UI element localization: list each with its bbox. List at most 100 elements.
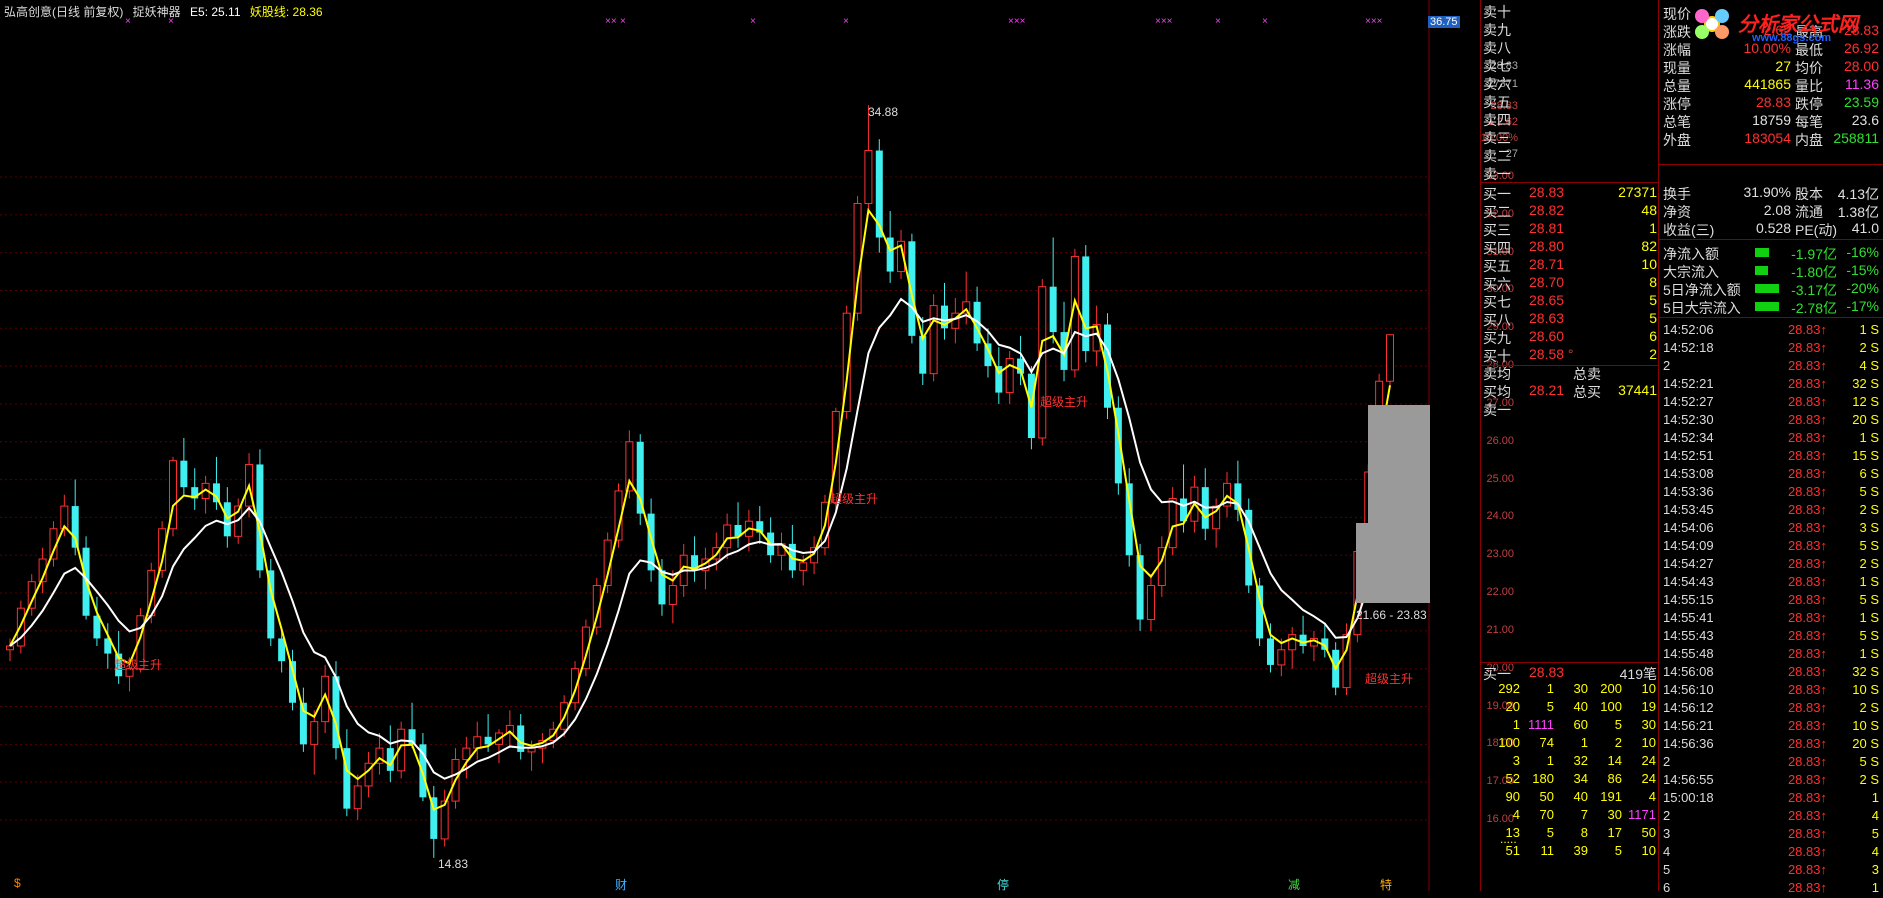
buy-level-volume: 27371 — [1618, 184, 1657, 200]
buy-level-volume: 5 — [1649, 310, 1657, 326]
queue-cell: 1 — [1580, 735, 1588, 750]
candle-body — [1299, 634, 1307, 647]
signal-label-2: 超级主升 — [830, 492, 879, 506]
queue-cell: 50 — [1539, 789, 1554, 804]
queue-cell: 50 — [1641, 825, 1656, 840]
tick-row: 14:54:09 28.83↑ 5 S — [1663, 538, 1879, 553]
buy-level-volume: 6 — [1649, 328, 1657, 344]
candle-body — [1288, 634, 1297, 651]
queue-cell: 24 — [1641, 753, 1656, 768]
tick-row: 14:55:41 28.83↑ 1 S — [1663, 610, 1879, 625]
queue-cell: 7 — [1580, 807, 1588, 822]
sell-level-label: 卖五 — [1483, 94, 1511, 110]
queue-cell: 19 — [1641, 699, 1656, 714]
tick-row: 14:52:30 28.83↑ 20 S — [1663, 412, 1879, 427]
buy-level-label: 买五 — [1483, 258, 1511, 274]
queue-row: 20 5 40 100 19 — [1486, 699, 1656, 717]
queue-cell: 191 — [1600, 789, 1622, 804]
buy-level-volume: 48 — [1641, 202, 1657, 218]
tick-row: 6 28.83↑ 1 — [1663, 880, 1879, 895]
candle-body — [310, 721, 319, 745]
queue-cell: 86 — [1607, 771, 1622, 786]
queue-cell: 5 — [1614, 717, 1622, 732]
queue-cell: 4 — [1512, 807, 1520, 822]
price-top-label: 36.75 — [1428, 16, 1460, 28]
queue-cell: 60 — [1573, 717, 1588, 732]
candle-body — [1266, 638, 1274, 665]
buy-level-label: 买二 — [1483, 204, 1511, 220]
queue-cell: 10 — [1641, 843, 1656, 858]
stock-title: 弘高创意(日线 前复权) — [4, 5, 124, 19]
candle-body — [1038, 286, 1047, 439]
queue-row: 292 1 30 200 10 — [1486, 681, 1656, 699]
tick-row: 14:54:06 28.83↑ 3 S — [1663, 520, 1879, 535]
quote-row: 外盘 183054 内盘 258811 — [1663, 130, 1879, 148]
tick-row: 14:52:06 28.83↑ 1 S — [1663, 322, 1879, 337]
sell-level-label: 卖一 — [1483, 166, 1511, 182]
quote-row: 总笔 18759 每笔 23.6 — [1663, 112, 1879, 130]
queue-cell: 1111 — [1527, 717, 1554, 732]
queue-cell: 8 — [1580, 825, 1588, 840]
queue-cell: 1 — [1546, 681, 1554, 696]
flow-bar — [1755, 248, 1769, 257]
queue-cell: 100 — [1600, 699, 1622, 714]
kline-chart[interactable] — [0, 0, 1430, 891]
signal-label-3: 超级主升 — [1040, 395, 1089, 409]
queue-row: 100 74 1 2 10 — [1486, 735, 1656, 753]
tick-row: 14:55:15 28.83↑ 5 S — [1663, 592, 1879, 607]
queue-cell: 39 — [1573, 843, 1588, 858]
buy-level-label: 买八 — [1483, 312, 1511, 328]
buy-level-label: 买七 — [1483, 294, 1511, 310]
tick-row: 5 28.83↑ 3 — [1663, 862, 1879, 877]
queue-cell: 32 — [1573, 753, 1588, 768]
quote-row: 收益(三) 0.528 PE(动) 41.0 — [1663, 220, 1879, 238]
buy-level-label: 买六 — [1483, 276, 1511, 292]
buy-level-label: 买四 — [1483, 240, 1511, 256]
tick-row: 14:54:43 28.83↑ 1 S — [1663, 574, 1879, 589]
e5-value: E5: 25.11 — [190, 5, 241, 19]
queue-row: 52 180 34 86 24 — [1486, 771, 1656, 789]
candle-body — [484, 736, 492, 745]
sell-level-label: 卖七 — [1483, 58, 1511, 74]
queue-cell: 2 — [1614, 735, 1622, 750]
tick-row: 14:56:12 28.83↑ 2 S — [1663, 700, 1879, 715]
tick-row: 14:56:55 28.83↑ 2 S — [1663, 772, 1879, 787]
tick-row: 14:52:34 28.83↑ 1 S — [1663, 430, 1879, 445]
candle-body — [636, 441, 644, 514]
tick-row: 2 28.83↑ 5 S — [1663, 754, 1879, 769]
sell-level-label: 卖六 — [1483, 76, 1511, 92]
buy-level-price: 28.58 ° — [1529, 346, 1574, 362]
queue-row: 90 50 40 191 4 — [1486, 789, 1656, 807]
buy-level-label: 买十 — [1483, 348, 1511, 364]
candle-body — [864, 150, 873, 204]
sell-level-label: 卖二 — [1483, 148, 1511, 164]
tick-row: 14:52:51 28.83↑ 15 S — [1663, 448, 1879, 463]
buy-level-price: 28.60 — [1529, 328, 1565, 344]
buy-level-price: 28.65 — [1529, 292, 1565, 308]
queue-cell: 5 — [1546, 825, 1554, 840]
queue-cell: 34 — [1573, 771, 1588, 786]
queue-row: 1 1111 60 5 30 — [1486, 717, 1656, 735]
tick-row: 14:52:18 28.83↑ 2 S — [1663, 340, 1879, 355]
queue-cell: 17 — [1607, 825, 1622, 840]
quote-panel: 现价 涨跌 2.62 最高 28.83 涨幅 10.00% 最低 26.92 现量 27 均价 28.0… — [1658, 0, 1883, 895]
tick-row: 14:55:48 28.83↑ 1 S — [1663, 646, 1879, 661]
candle-body — [180, 460, 188, 488]
candle-body — [473, 736, 482, 749]
signal-label-4: 超级主升 — [1365, 672, 1414, 686]
queue-cell: 74 — [1539, 735, 1554, 750]
tick-row: 14:54:27 28.83↑ 2 S — [1663, 556, 1879, 571]
quote-row: 现量 27 均价 28.00 — [1663, 58, 1879, 76]
tick-row: 14:53:08 28.83↑ 6 S — [1663, 466, 1879, 481]
candle-body — [353, 785, 362, 810]
queue-cell: 180 — [1532, 771, 1554, 786]
candle-body — [1146, 584, 1155, 621]
quote-row: 净资 2.08 流通 1.38亿 — [1663, 202, 1879, 220]
candle-body — [1005, 358, 1014, 394]
queue-cell: 200 — [1600, 681, 1622, 696]
fund-flow-row: 5日大宗流入 -2.78亿 -17% — [1663, 298, 1879, 316]
buy-level-volume: 1 — [1649, 220, 1657, 236]
buy-level-volume: 10 — [1641, 256, 1657, 272]
buy-level-price: 28.71 — [1529, 256, 1565, 272]
tick-row: 3 28.83↑ 5 — [1663, 826, 1879, 841]
